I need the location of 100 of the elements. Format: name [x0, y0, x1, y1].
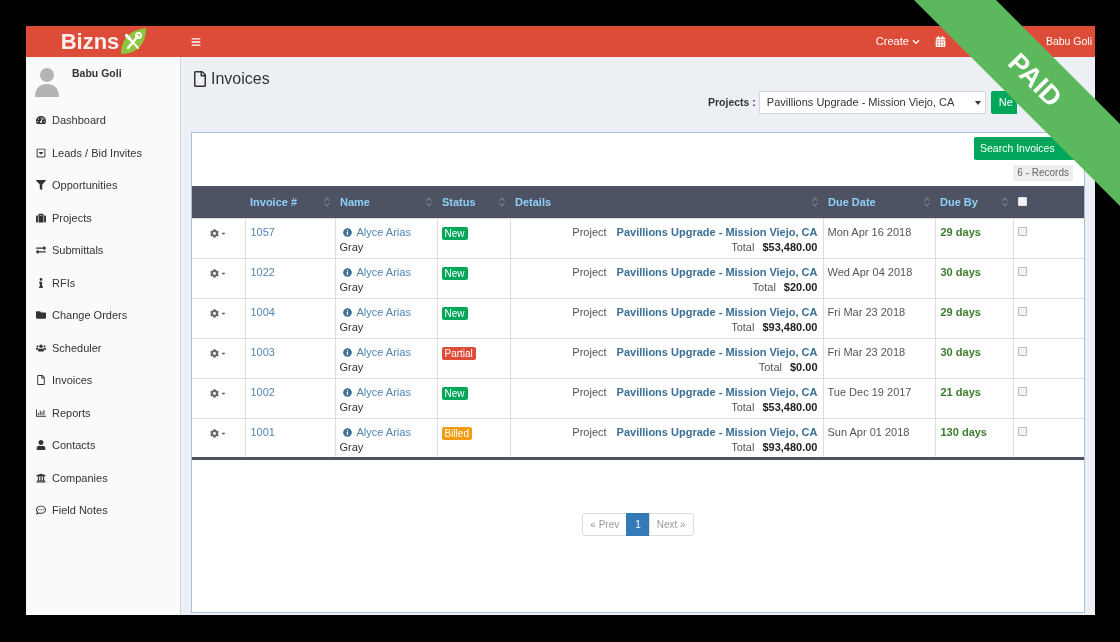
page-title: Invoices [211, 69, 270, 89]
contact-name-link[interactable]: Alyce Arias [356, 264, 411, 280]
project-link[interactable]: Pavillions Upgrade - Mission Viejo, CA [616, 304, 818, 320]
exchange-arrows-icon [36, 245, 46, 256]
due-by: 30 days [940, 345, 981, 358]
caret-icon [974, 100, 981, 105]
contact-name-link[interactable]: Alyce Arias [356, 344, 411, 360]
status-badge: New [441, 226, 468, 240]
row-actions-button[interactable] [209, 268, 227, 278]
status-badge: New [441, 386, 468, 400]
status-badge: New [441, 266, 468, 280]
due-date: Sun Apr 01 2018 [827, 425, 910, 438]
total-label: Total [731, 439, 755, 455]
total-amount: $20.00 [783, 279, 818, 295]
project-link[interactable]: Pavillions Upgrade - Mission Viejo, CA [616, 384, 818, 400]
project-link[interactable]: Pavillions Upgrade - Mission Viejo, CA [616, 424, 818, 440]
suitcase-icon [36, 212, 46, 223]
due-date: Wed Apr 04 2018 [827, 265, 913, 278]
invoice-number-link[interactable]: 1004 [250, 305, 275, 318]
project-link[interactable]: Pavillions Upgrade - Mission Viejo, CA [616, 224, 818, 240]
bar-chart-icon [36, 407, 46, 418]
sidebar-item[interactable]: Companies [26, 461, 180, 494]
contact-name-link[interactable]: Alyce Arias [356, 304, 411, 320]
row-checkbox[interactable] [1017, 306, 1027, 316]
sidebar-item[interactable]: Contacts [26, 429, 180, 462]
row-checkbox[interactable] [1017, 426, 1027, 436]
due-by: 30 days [940, 265, 981, 278]
sidebar-item[interactable]: RFIs [26, 266, 180, 299]
select-all-checkbox[interactable] [1018, 197, 1027, 207]
total-amount: $53,480.00 [762, 399, 818, 415]
name-second-line: Gray [339, 439, 364, 455]
sidebar-item[interactable]: Projects [26, 201, 180, 234]
user-menu-link[interactable]: Babu Goli [1045, 35, 1092, 48]
detail-label: Project [572, 304, 607, 320]
info-icon [342, 347, 352, 357]
sidebar-item[interactable]: Leads / Bid Invites [26, 136, 180, 169]
project-link[interactable]: Pavillions Upgrade - Mission Viejo, CA [616, 264, 818, 280]
row-checkbox[interactable] [1017, 266, 1027, 276]
column-header[interactable]: Status [442, 193, 505, 210]
total-label: Total [731, 319, 755, 335]
total-amount: $0.00 [789, 359, 818, 375]
status-badge: Billed [441, 426, 472, 440]
invoice-number-link[interactable]: 1022 [250, 265, 275, 278]
due-date: Tue Dec 19 2017 [827, 385, 912, 398]
bank-building-icon [36, 472, 46, 483]
contact-name-link[interactable]: Alyce Arias [356, 424, 411, 440]
gear-icon [209, 228, 219, 238]
row-actions-button[interactable] [209, 428, 227, 438]
sidebar-item[interactable]: Submittals [26, 234, 180, 267]
sidebar-item[interactable]: Dashboard [26, 104, 180, 137]
sidebar-item[interactable]: Reports [26, 396, 180, 429]
row-checkbox[interactable] [1017, 386, 1027, 396]
calendar-icon[interactable] [934, 36, 946, 47]
invoice-number-link[interactable]: 1002 [250, 385, 275, 398]
project-link[interactable]: Pavillions Upgrade - Mission Viejo, CA [616, 344, 818, 360]
due-by: 29 days [940, 305, 981, 318]
name-second-line: Gray [339, 239, 364, 255]
row-checkbox[interactable] [1017, 226, 1027, 236]
file-icon [36, 375, 46, 386]
name-second-line: Gray [339, 359, 364, 375]
filter-icon [36, 180, 46, 191]
name-second-line: Gray [339, 319, 364, 335]
projects-label: Projects : [708, 94, 756, 110]
sidebar-item[interactable]: Change Orders [26, 299, 180, 332]
column-header[interactable]: Name [340, 193, 432, 210]
sidebar-item[interactable]: Opportunities [26, 169, 180, 202]
gear-icon [209, 428, 219, 438]
invoice-number-link[interactable]: 1057 [250, 225, 275, 238]
row-actions-button[interactable] [209, 388, 227, 398]
detail-label: Project [572, 384, 607, 400]
row-actions-button[interactable] [209, 308, 227, 318]
row-actions-button[interactable] [209, 348, 227, 358]
sidebar-item[interactable]: Scheduler [26, 331, 180, 364]
logo[interactable]: Bizns [26, 28, 181, 55]
contact-name-link[interactable]: Alyce Arias [356, 224, 411, 240]
row-actions-button[interactable] [209, 228, 227, 238]
invoice-number-link[interactable]: 1003 [250, 345, 275, 358]
name-second-line: Gray [339, 399, 364, 415]
file-icon [192, 71, 208, 87]
column-header[interactable]: Details [515, 193, 818, 210]
contact-name-link[interactable]: Alyce Arias [356, 384, 411, 400]
project-select[interactable]: Pavillions Upgrade - Mission Viejo, CA [758, 91, 986, 114]
total-label: Total [731, 239, 755, 255]
menu-icon[interactable] [191, 36, 201, 47]
info-icon [342, 307, 352, 317]
folder-icon [36, 310, 46, 321]
column-header[interactable]: Invoice # [250, 193, 330, 210]
sidebar-item[interactable]: Field Notes [26, 494, 180, 527]
sidebar-item[interactable]: Invoices [26, 364, 180, 397]
row-checkbox[interactable] [1017, 346, 1027, 356]
detail-label: Project [572, 264, 607, 280]
info-icon [342, 227, 352, 237]
users-icon [36, 342, 46, 353]
total-amount: $93,480.00 [762, 319, 818, 335]
detail-label: Project [572, 344, 607, 360]
gear-icon [209, 268, 219, 278]
due-by: 21 days [940, 385, 981, 398]
invoice-number-link[interactable]: 1001 [250, 425, 275, 438]
page-link[interactable]: 1 [626, 512, 650, 536]
info-icon [342, 387, 352, 397]
